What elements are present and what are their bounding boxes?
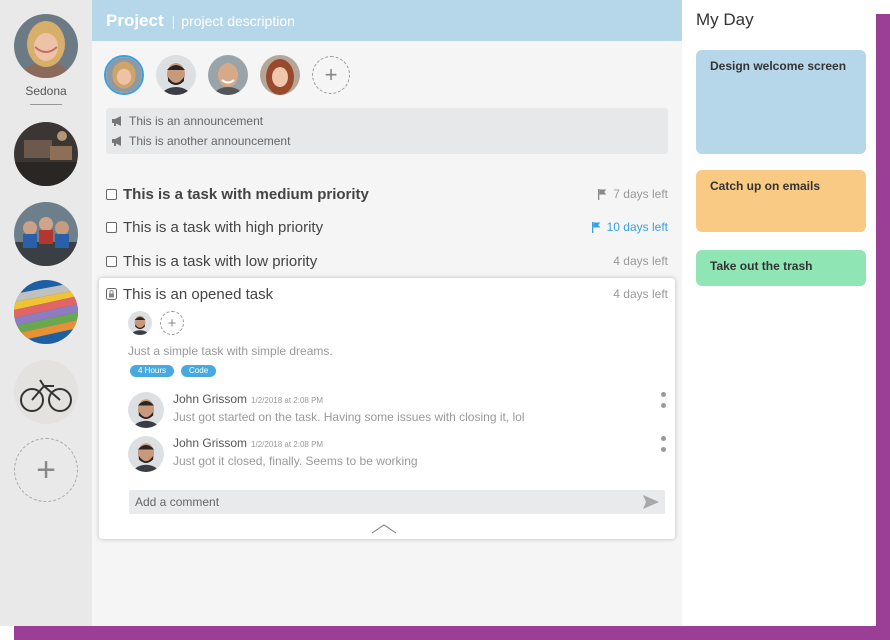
backdrop-frame-right <box>876 14 890 640</box>
rail-divider <box>30 104 62 105</box>
plus-icon: + <box>36 451 56 489</box>
task-due: 4 days left <box>613 287 668 301</box>
project-members: + <box>104 55 350 95</box>
announcement-text: This is another announcement <box>129 134 291 148</box>
task-title: This is a task with medium priority <box>123 185 369 203</box>
announcement-item[interactable]: This is an announcement <box>106 111 668 131</box>
project-color-swatches[interactable] <box>14 280 78 344</box>
my-day-title: My Day <box>696 10 754 29</box>
comment-avatar <box>128 436 164 472</box>
task-row[interactable]: This is a task with medium priority 7 da… <box>106 182 668 206</box>
comment: John Grissom 1/2/2018 at 2:08 PM Just got… <box>128 436 668 474</box>
comment-avatar <box>128 392 164 428</box>
member-avatar[interactable] <box>104 55 144 95</box>
comment-header: John Grissom 1/2/2018 at 2:08 PM <box>173 436 323 450</box>
task-checkbox[interactable] <box>106 188 117 200</box>
task-assignees: + <box>128 311 184 335</box>
task-description: Just a simple task with simple dreams. <box>128 344 333 358</box>
project-bicycle[interactable] <box>14 360 78 424</box>
task-tag[interactable]: Code <box>181 365 217 377</box>
comment: John Grissom 1/2/2018 at 2:08 PM Just got… <box>128 392 668 430</box>
plus-icon: + <box>167 314 177 332</box>
task-row[interactable]: This is a task with low priority 4 days … <box>106 249 668 273</box>
header-separator: | <box>171 12 176 29</box>
member-avatar[interactable] <box>260 55 300 95</box>
comment-header: John Grissom 1/2/2018 at 2:08 PM <box>173 392 323 406</box>
task-row[interactable]: This is a task with high priority 10 day… <box>106 215 668 239</box>
comment-author: John Grissom <box>173 392 248 406</box>
comment-text: Just got it closed, finally. Seems to be… <box>173 454 418 468</box>
project-title[interactable]: Project <box>106 11 164 31</box>
announcement-item[interactable]: This is another announcement <box>106 131 668 151</box>
my-day-panel: My Day Design welcome screen Catch up on… <box>682 0 876 626</box>
megaphone-icon <box>112 116 121 126</box>
task-tags: 4 Hours Code <box>130 365 217 377</box>
comment-input[interactable] <box>129 490 629 514</box>
project-rail: Sedona + <box>0 0 92 626</box>
task-due: 4 days left <box>613 254 668 268</box>
comment-author: John Grissom <box>173 436 248 450</box>
member-avatar[interactable] <box>156 55 196 95</box>
opened-task-card: This is an opened task 4 days left + Jus… <box>99 278 675 539</box>
megaphone-icon <box>112 136 121 146</box>
task-due-text: 10 days left <box>606 220 668 234</box>
flag-icon <box>598 188 607 200</box>
project-description[interactable]: project description <box>181 13 295 29</box>
chevron-up-icon[interactable] <box>371 524 397 534</box>
user-name: Sedona <box>25 84 67 98</box>
announcement-text: This is an announcement <box>129 114 264 128</box>
plus-icon: + <box>324 62 338 87</box>
task-tag[interactable]: 4 Hours <box>130 365 175 377</box>
add-assignee-button[interactable]: + <box>160 311 184 335</box>
task-checkbox[interactable] <box>106 221 117 233</box>
backdrop-frame-bottom <box>14 626 890 640</box>
comment-time: 1/2/2018 at 2:08 PM <box>251 396 324 405</box>
user-avatar[interactable] <box>14 14 78 78</box>
more-options-icon[interactable] <box>660 392 666 408</box>
project-cyclists[interactable] <box>14 202 78 266</box>
add-project-button[interactable]: + <box>14 438 78 502</box>
task-due-text: 7 days left <box>613 187 668 201</box>
flag-icon <box>591 221 600 233</box>
add-member-button[interactable]: + <box>312 56 350 94</box>
task-checkbox[interactable] <box>106 255 117 267</box>
task-title: This is a task with low priority <box>123 252 318 270</box>
task-title: This is an opened task <box>123 285 274 303</box>
opened-task-row[interactable]: This is an opened task 4 days left <box>106 282 668 306</box>
my-day-card[interactable]: Design welcome screen <box>696 50 866 154</box>
comment-box <box>129 490 665 514</box>
lock-icon[interactable] <box>106 288 117 300</box>
my-day-card[interactable]: Catch up on emails <box>696 170 866 232</box>
my-day-card[interactable]: Take out the trash <box>696 250 866 286</box>
assignee-avatar[interactable] <box>128 311 152 335</box>
project-workspace[interactable] <box>14 122 78 186</box>
comment-time: 1/2/2018 at 2:08 PM <box>251 440 324 449</box>
task-due-text: 4 days left <box>613 287 668 301</box>
member-avatar[interactable] <box>208 55 248 95</box>
task-title: This is a task with high priority <box>123 218 324 236</box>
more-options-icon[interactable] <box>660 436 666 452</box>
send-icon[interactable] <box>643 494 659 510</box>
project-panel: Project | project description + This is … <box>92 0 682 626</box>
task-due: 7 days left <box>598 187 668 201</box>
task-due-text: 4 days left <box>613 254 668 268</box>
comment-text: Just got started on the task. Having som… <box>173 410 525 424</box>
task-due: 10 days left <box>591 220 668 234</box>
project-header: Project | project description <box>92 0 682 41</box>
announcements-box: This is an announcement This is another … <box>106 108 668 154</box>
